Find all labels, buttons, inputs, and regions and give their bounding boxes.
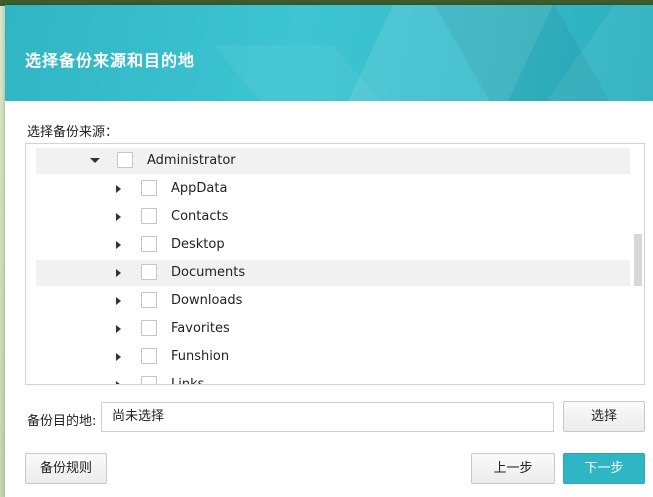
dialog-header: 选择备份来源和目的地 (5, 5, 653, 101)
previous-button[interactable]: 上一步 (471, 453, 555, 484)
tree-item[interactable]: Links (36, 372, 630, 385)
expand-arrow-icon[interactable] (116, 213, 121, 221)
tree-item-checkbox[interactable] (141, 208, 157, 224)
tree-item-checkbox[interactable] (141, 264, 157, 280)
tree-item[interactable]: Desktop (36, 232, 630, 258)
tree-item-checkbox[interactable] (141, 376, 157, 384)
tree-item[interactable]: Funshion (36, 344, 630, 370)
tree-item-checkbox[interactable] (141, 320, 157, 336)
tree-item-label: Desktop (171, 237, 225, 252)
expand-arrow-icon[interactable] (116, 381, 121, 384)
destination-label: 备份目的地: (27, 414, 97, 429)
select-destination-button[interactable]: 选择 (563, 401, 645, 432)
tree-item-label: Downloads (171, 293, 243, 308)
expand-arrow-icon[interactable] (116, 185, 121, 193)
source-label: 选择备份来源： (27, 125, 119, 140)
tree-scrollbar[interactable] (634, 234, 642, 286)
tree-item[interactable]: Downloads (36, 288, 630, 314)
tree-item-label: Contacts (171, 209, 229, 224)
tree-item[interactable]: AppData (36, 176, 630, 202)
tree-item[interactable]: Contacts (36, 204, 630, 230)
next-button[interactable]: 下一步 (563, 453, 645, 484)
dialog-title: 选择备份来源和目的地 (25, 51, 196, 70)
expand-arrow-icon[interactable] (116, 353, 121, 361)
tree-item-checkbox[interactable] (117, 152, 133, 168)
tree-item-label: Funshion (171, 349, 230, 364)
tree-item[interactable]: Favorites (36, 316, 630, 342)
expand-arrow-icon[interactable] (116, 297, 121, 305)
tree-item-checkbox[interactable] (141, 180, 157, 196)
tree-item-checkbox[interactable] (141, 236, 157, 252)
destination-field[interactable]: 尚未选择 (101, 402, 554, 432)
tree-item-label: Documents (171, 265, 246, 280)
tree-item-label: AppData (171, 181, 228, 196)
expand-arrow-icon[interactable] (116, 269, 121, 277)
expand-arrow-icon[interactable] (116, 325, 121, 333)
tree-item[interactable]: Documents (36, 260, 630, 286)
backup-dialog: 选择备份来源和目的地 选择备份来源： Administrator AppData C… (5, 5, 653, 497)
backup-rules-button[interactable]: 备份规则 (25, 453, 107, 484)
tree-item-label: Links (171, 377, 205, 385)
collapse-arrow-icon[interactable] (90, 158, 100, 163)
tree-item[interactable]: Administrator (36, 148, 630, 174)
tree-item-checkbox[interactable] (141, 348, 157, 364)
expand-arrow-icon[interactable] (116, 241, 121, 249)
tree-item-label: Administrator (147, 153, 236, 168)
tree-item-checkbox[interactable] (141, 292, 157, 308)
source-tree[interactable]: Administrator AppData Contacts Desktop Docum… (25, 143, 645, 385)
tree-item-label: Favorites (171, 321, 230, 336)
